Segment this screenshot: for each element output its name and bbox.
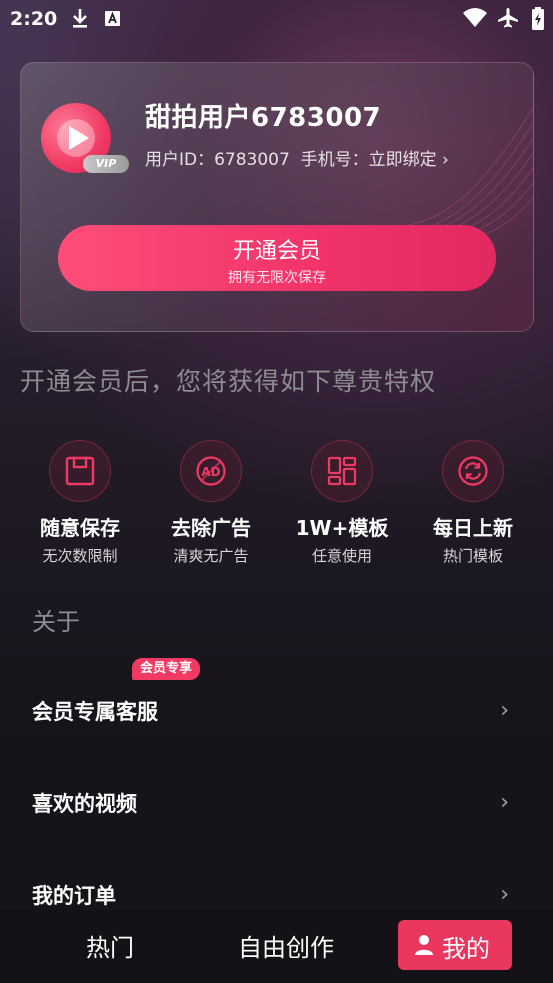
tab-me[interactable]: 我的 (398, 920, 512, 970)
no-ads-icon: AD (196, 456, 226, 486)
about-section-title: 关于 (32, 608, 80, 636)
download-icon (73, 9, 87, 28)
profile-card: VIP 甜拍用户6783007 用户ID：6783007 手机号：立即绑定 › … (20, 62, 534, 332)
feature-subtitle: 清爽无广告 (173, 547, 249, 565)
list-item-vip-service[interactable]: 会员专享 会员专属客服 › (0, 658, 553, 742)
list-item-liked-videos[interactable]: 喜欢的视频 › (0, 774, 553, 834)
tab-free-create[interactable]: 自由创作 (238, 928, 334, 963)
wifi-icon (463, 8, 487, 27)
tab-hot[interactable]: 热门 (86, 928, 134, 963)
status-bar: 2:20 (0, 0, 553, 40)
feature-no-ads: AD 去除广告 清爽无广告 (141, 440, 281, 566)
chevron-right-icon: › (436, 150, 449, 170)
feature-title: 每日上新 (433, 516, 513, 540)
feature-save: 随意保存 无次数限制 (10, 440, 150, 566)
vip-exclusive-tag: 会员专享 (132, 658, 201, 680)
feature-daily-new: 每日上新 热门模板 (403, 440, 543, 566)
bind-phone-link[interactable]: 手机号：立即绑定 › (301, 150, 449, 170)
feature-subtitle: 热门模板 (442, 547, 503, 565)
username: 甜拍用户6783007 (145, 103, 382, 133)
list-item-label: 喜欢的视频 (32, 792, 137, 816)
vip-badge: VIP (83, 155, 129, 173)
font-a-icon (105, 11, 120, 26)
feature-title: 随意保存 (40, 516, 120, 540)
save-icon (65, 456, 95, 486)
privileges-title: 开通会员后，您将获得如下尊贵特权 (20, 367, 437, 396)
chevron-right-icon: › (500, 882, 509, 907)
list-item-label: 我的订单 (32, 884, 116, 908)
chevron-right-icon: › (500, 698, 509, 723)
template-icon (327, 456, 357, 486)
list-item-label: 会员专属客服 (32, 700, 158, 724)
user-id-label: 用户ID：6783007 (145, 150, 290, 170)
feature-subtitle: 任意使用 (311, 547, 372, 565)
open-vip-subtitle: 拥有无限次保存 (228, 270, 326, 286)
status-time: 2:20 (10, 8, 58, 30)
play-icon (69, 126, 89, 150)
battery-icon (532, 7, 544, 30)
refresh-icon (458, 456, 488, 486)
airplane-icon (498, 8, 518, 28)
open-vip-title: 开通会员 (232, 239, 321, 264)
chevron-right-icon: › (500, 790, 509, 815)
feature-templates: 1W+模板 任意使用 (272, 440, 412, 566)
tab-me-label: 我的 (442, 935, 490, 963)
phone-label[interactable]: 手机号：立即绑定 (301, 150, 437, 170)
feature-title: 1W+模板 (295, 516, 389, 540)
feature-title: 去除广告 (171, 516, 251, 540)
svg-text:AD: AD (201, 465, 220, 479)
bottom-tab-bar: 热门 自由创作 我的 (0, 910, 553, 983)
feature-subtitle: 无次数限制 (42, 547, 118, 565)
open-vip-button[interactable]: 开通会员 拥有无限次保存 (58, 225, 496, 291)
person-icon (415, 935, 433, 955)
user-info: 用户ID：6783007 手机号：立即绑定 › (145, 145, 449, 170)
